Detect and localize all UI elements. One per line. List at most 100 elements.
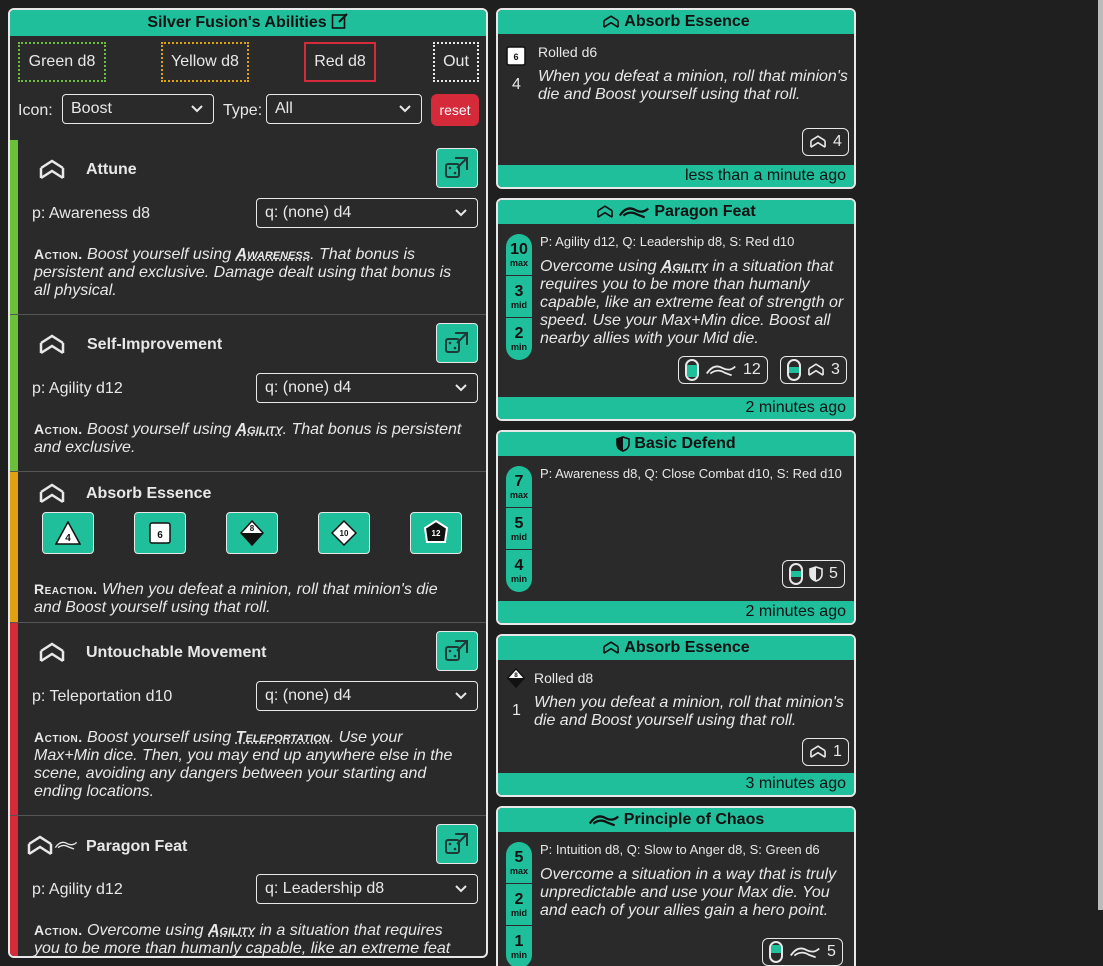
overcome-icon xyxy=(789,943,821,961)
roll-d6-button[interactable]: 6 xyxy=(134,512,186,554)
status-out-button[interactable]: Out xyxy=(433,42,479,82)
status-bar-green xyxy=(10,315,18,471)
quality-value: q: (none) d4 xyxy=(265,204,351,222)
ability-type: Action. xyxy=(34,421,83,437)
min-label: min xyxy=(511,950,527,960)
d10-label: 10 xyxy=(340,529,349,538)
abilities-panel: Silver Fusion's Abilities Green d8 Yello… xyxy=(8,8,488,958)
quality-select[interactable]: q: (none) d4 xyxy=(256,681,478,711)
roll-button[interactable] xyxy=(436,148,478,188)
ability-paragon-feat: Paragon Feat p: Agility d12 q: Leadershi… xyxy=(10,816,486,958)
ability-type: Action. xyxy=(34,922,83,938)
ability-description: Action. Boost yourself using Awareness. … xyxy=(34,245,464,300)
quality-select[interactable]: q: (none) d4 xyxy=(256,373,478,403)
roll-button[interactable] xyxy=(436,631,478,671)
max-min-pill-icon xyxy=(685,359,699,381)
dice-result-stack: 5 max 2 mid 1 min xyxy=(506,842,532,966)
card-title: Paragon Feat xyxy=(654,203,755,221)
d8-icon: 8 xyxy=(506,668,526,688)
roll-dice-icon xyxy=(443,637,471,665)
status-bar-red xyxy=(10,623,18,815)
card-header: Absorb Essence xyxy=(498,636,854,660)
status-red-button[interactable]: Red d8 xyxy=(304,42,376,82)
ability-self-improvement: Self-Improvement p: Agility d12 q: (none… xyxy=(10,315,486,472)
mid-label: mid xyxy=(511,908,527,918)
card-timestamp: 2 minutes ago xyxy=(498,397,854,419)
roll-d4-button[interactable]: 4 xyxy=(42,512,94,554)
card-title: Absorb Essence xyxy=(624,639,749,657)
boost-icon xyxy=(38,641,66,665)
boost-icon xyxy=(38,482,66,506)
edit-icon[interactable] xyxy=(331,12,349,35)
mid-label: mid xyxy=(511,300,527,310)
card-description: Overcome using Agility in a situation th… xyxy=(540,258,850,348)
dice-pool: P: Awareness d8, Q: Close Combat d10, S:… xyxy=(540,466,842,481)
boost-icon xyxy=(602,640,620,656)
roll-d12-button[interactable]: 12 xyxy=(410,512,462,554)
dice-pool: P: Intuition d8, Q: Slow to Anger d8, S:… xyxy=(540,842,820,857)
max-die: 5 max xyxy=(506,842,532,884)
filter-row: Icon: Boost Type: All reset xyxy=(10,88,486,134)
card-timestamp: 3 minutes ago xyxy=(498,773,854,795)
ability-title: Attune xyxy=(86,161,137,179)
card-header: Paragon Feat xyxy=(498,200,854,224)
icon-filter-value: Boost xyxy=(71,100,112,118)
mid-label: mid xyxy=(511,532,527,542)
min-label: min xyxy=(511,342,527,352)
chevron-down-icon xyxy=(453,381,469,395)
roll-d10-button[interactable]: 10 xyxy=(318,512,370,554)
reset-button[interactable]: reset xyxy=(431,94,479,126)
d10-icon: 10 xyxy=(331,520,357,546)
abilities-panel-title: Silver Fusion's Abilities xyxy=(147,14,326,32)
card-timestamp: less than a minute ago xyxy=(498,165,854,187)
min-die: 2 min xyxy=(506,318,532,360)
roll-d8-button[interactable]: 8 xyxy=(226,512,278,554)
result-value: 5 xyxy=(829,565,838,583)
card-title: Absorb Essence xyxy=(624,13,749,31)
max-value: 5 xyxy=(515,850,524,866)
roll-card-principle-of-chaos: Principle of Chaos 5 max 2 mid 1 min P: Int… xyxy=(496,806,856,966)
max-value: 10 xyxy=(510,242,528,258)
status-green-button[interactable]: Green d8 xyxy=(18,42,106,82)
chevron-down-icon xyxy=(397,102,413,116)
card-header: Basic Defend xyxy=(498,432,854,456)
min-die: 1 min xyxy=(506,926,532,966)
quality-select[interactable]: q: (none) d4 xyxy=(256,198,478,228)
status-bar-green xyxy=(10,140,18,314)
quality-select[interactable]: q: Leadership d8 xyxy=(256,874,478,904)
roll-card-absorb-essence: Absorb Essence 6 Rolled d6 4 When you de… xyxy=(496,8,856,189)
rolled-value: 4 xyxy=(512,76,521,94)
result-value: 1 xyxy=(833,743,842,761)
roll-button[interactable] xyxy=(436,824,478,864)
max-die: 10 max xyxy=(506,234,532,276)
d4-icon: 4 xyxy=(55,521,81,545)
status-bar-yellow xyxy=(10,472,18,622)
power-label: p: Teleportation d10 xyxy=(32,688,172,706)
boost-icon xyxy=(38,333,66,357)
ability-description: Action. Overcome using Agility in a situ… xyxy=(34,921,464,958)
card-timestamp: 2 minutes ago xyxy=(498,601,854,623)
defend-result-chip: 5 xyxy=(782,560,845,588)
boost-icon xyxy=(807,362,825,378)
card-title: Principle of Chaos xyxy=(624,811,764,829)
card-description: Overcome a situation in a way that is tr… xyxy=(540,866,850,920)
roll-card-basic-defend: Basic Defend 7 max 5 mid 4 min P: Awareness… xyxy=(496,430,856,625)
status-yellow-button[interactable]: Yellow d8 xyxy=(161,42,249,82)
min-value: 2 xyxy=(515,326,524,342)
ability-title: Absorb Essence xyxy=(86,485,211,503)
min-value: 1 xyxy=(515,934,524,950)
icon-filter-label: Icon: xyxy=(18,102,53,120)
type-filter-select[interactable]: All xyxy=(266,94,422,124)
description-text: Boost yourself using xyxy=(83,421,236,438)
quality-value: q: (none) d4 xyxy=(265,687,351,705)
roll-button[interactable] xyxy=(436,323,478,363)
chevron-down-icon xyxy=(189,102,205,116)
chevron-down-icon xyxy=(453,206,469,220)
result-value: 4 xyxy=(833,133,842,151)
skill-name: Agility xyxy=(236,421,283,438)
skill-name: Agility xyxy=(661,258,708,275)
icon-filter-select[interactable]: Boost xyxy=(62,94,214,124)
mid-die: 3 mid xyxy=(506,276,532,318)
scrollbar[interactable] xyxy=(1098,0,1103,910)
d6-label: 6 xyxy=(157,530,163,541)
